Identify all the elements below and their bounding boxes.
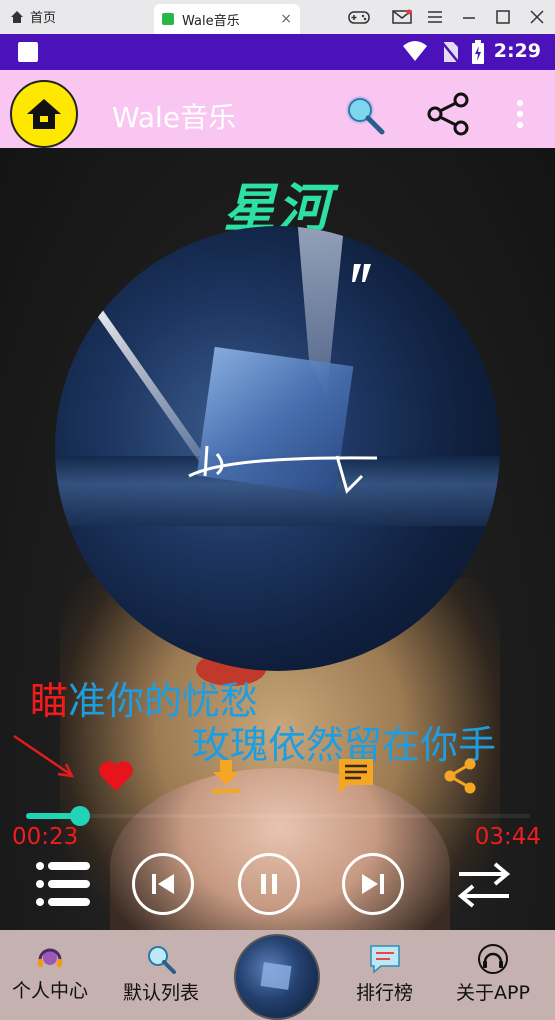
wifi-icon xyxy=(402,40,428,66)
share-song-button[interactable] xyxy=(438,754,482,798)
skip-next-icon xyxy=(362,874,384,894)
mini-disc-art xyxy=(260,962,292,990)
close-icon[interactable]: × xyxy=(280,11,292,27)
playlist-button[interactable] xyxy=(32,853,94,915)
maximize-icon[interactable] xyxy=(492,6,514,28)
download-icon xyxy=(212,760,240,793)
list-icon xyxy=(36,862,90,906)
nav-item-default-list[interactable]: 默认列表 xyxy=(123,944,199,1005)
seek-thumb[interactable] xyxy=(70,806,90,826)
home-icon xyxy=(27,99,61,129)
app-title: Wale音乐 xyxy=(112,101,237,134)
current-time: 00:23 xyxy=(12,824,79,850)
now-playing-disc[interactable] xyxy=(234,934,320,1020)
menu-icon[interactable] xyxy=(424,6,446,28)
more-vert-icon xyxy=(516,99,524,129)
nav-item-profile[interactable]: 个人中心 xyxy=(12,944,88,1003)
bottom-navigation: 个人中心 默认列表 排行榜 关于APP xyxy=(0,930,555,1020)
skip-previous-icon xyxy=(152,874,174,894)
notification-icon xyxy=(18,42,38,62)
search-icon xyxy=(346,96,385,135)
house-icon xyxy=(11,10,23,23)
favorite-button[interactable] xyxy=(94,754,138,798)
nav-item-about[interactable]: 关于APP xyxy=(456,944,530,1005)
disc-artwork-mark xyxy=(187,436,387,505)
download-button[interactable] xyxy=(204,754,248,798)
window-close-icon[interactable] xyxy=(526,6,548,28)
emulator-tab-label: Wale音乐 xyxy=(182,13,240,29)
search-icon xyxy=(148,946,176,974)
emulator-home-label: 首页 xyxy=(30,11,57,26)
repeat-icon xyxy=(457,862,511,908)
lyric-highlight: 瞄 xyxy=(30,679,69,723)
app-toolbar: Wale音乐 xyxy=(0,70,555,148)
headphones-icon xyxy=(477,944,508,974)
home-button[interactable] xyxy=(10,80,78,148)
nav-label-default-list: 默认列表 xyxy=(123,982,200,1004)
album-disc[interactable] xyxy=(55,226,500,671)
nav-item-charts[interactable]: 排行榜 xyxy=(356,944,413,1005)
previous-button[interactable] xyxy=(132,853,194,915)
seek-track[interactable] xyxy=(26,814,530,818)
share-button[interactable] xyxy=(424,90,472,138)
headphone-avatar-icon xyxy=(38,948,62,967)
search-button[interactable] xyxy=(340,90,388,138)
chat-icon xyxy=(369,945,400,974)
no-sim-icon xyxy=(440,40,460,68)
emulator-bar: 首页 Wale音乐 × xyxy=(0,0,555,34)
share-icon xyxy=(427,92,469,136)
total-time: 03:44 xyxy=(474,824,541,850)
nav-label-about: 关于APP xyxy=(456,982,530,1004)
emulator-app-tab[interactable]: Wale音乐 × xyxy=(154,4,300,34)
nav-label-charts: 排行榜 xyxy=(356,982,414,1004)
player-area: 星河 瞄准你的忧愁 玫瑰依然留在你手 00:23 03:44 xyxy=(0,148,555,930)
nav-label-profile: 个人中心 xyxy=(12,980,89,1002)
pause-icon xyxy=(261,874,277,894)
pointer-arrow-icon xyxy=(13,734,75,778)
battery-charging-icon xyxy=(470,40,486,70)
emulator-home-tab[interactable]: 首页 xyxy=(10,7,56,26)
mail-icon[interactable] xyxy=(391,6,413,28)
minimize-icon[interactable] xyxy=(458,6,480,28)
more-menu-button[interactable] xyxy=(496,90,544,138)
comment-icon xyxy=(339,759,373,794)
status-bar: 2:29 xyxy=(0,34,555,70)
heart-icon xyxy=(99,761,133,791)
next-button[interactable] xyxy=(342,853,404,915)
comment-button[interactable] xyxy=(334,754,378,798)
status-time: 2:29 xyxy=(493,40,541,62)
disc-logo xyxy=(351,262,375,290)
app-tab-icon xyxy=(162,13,174,25)
gamepad-icon[interactable] xyxy=(348,6,370,28)
share-icon xyxy=(444,758,476,794)
pause-button[interactable] xyxy=(238,853,300,915)
repeat-mode-button[interactable] xyxy=(452,853,516,915)
